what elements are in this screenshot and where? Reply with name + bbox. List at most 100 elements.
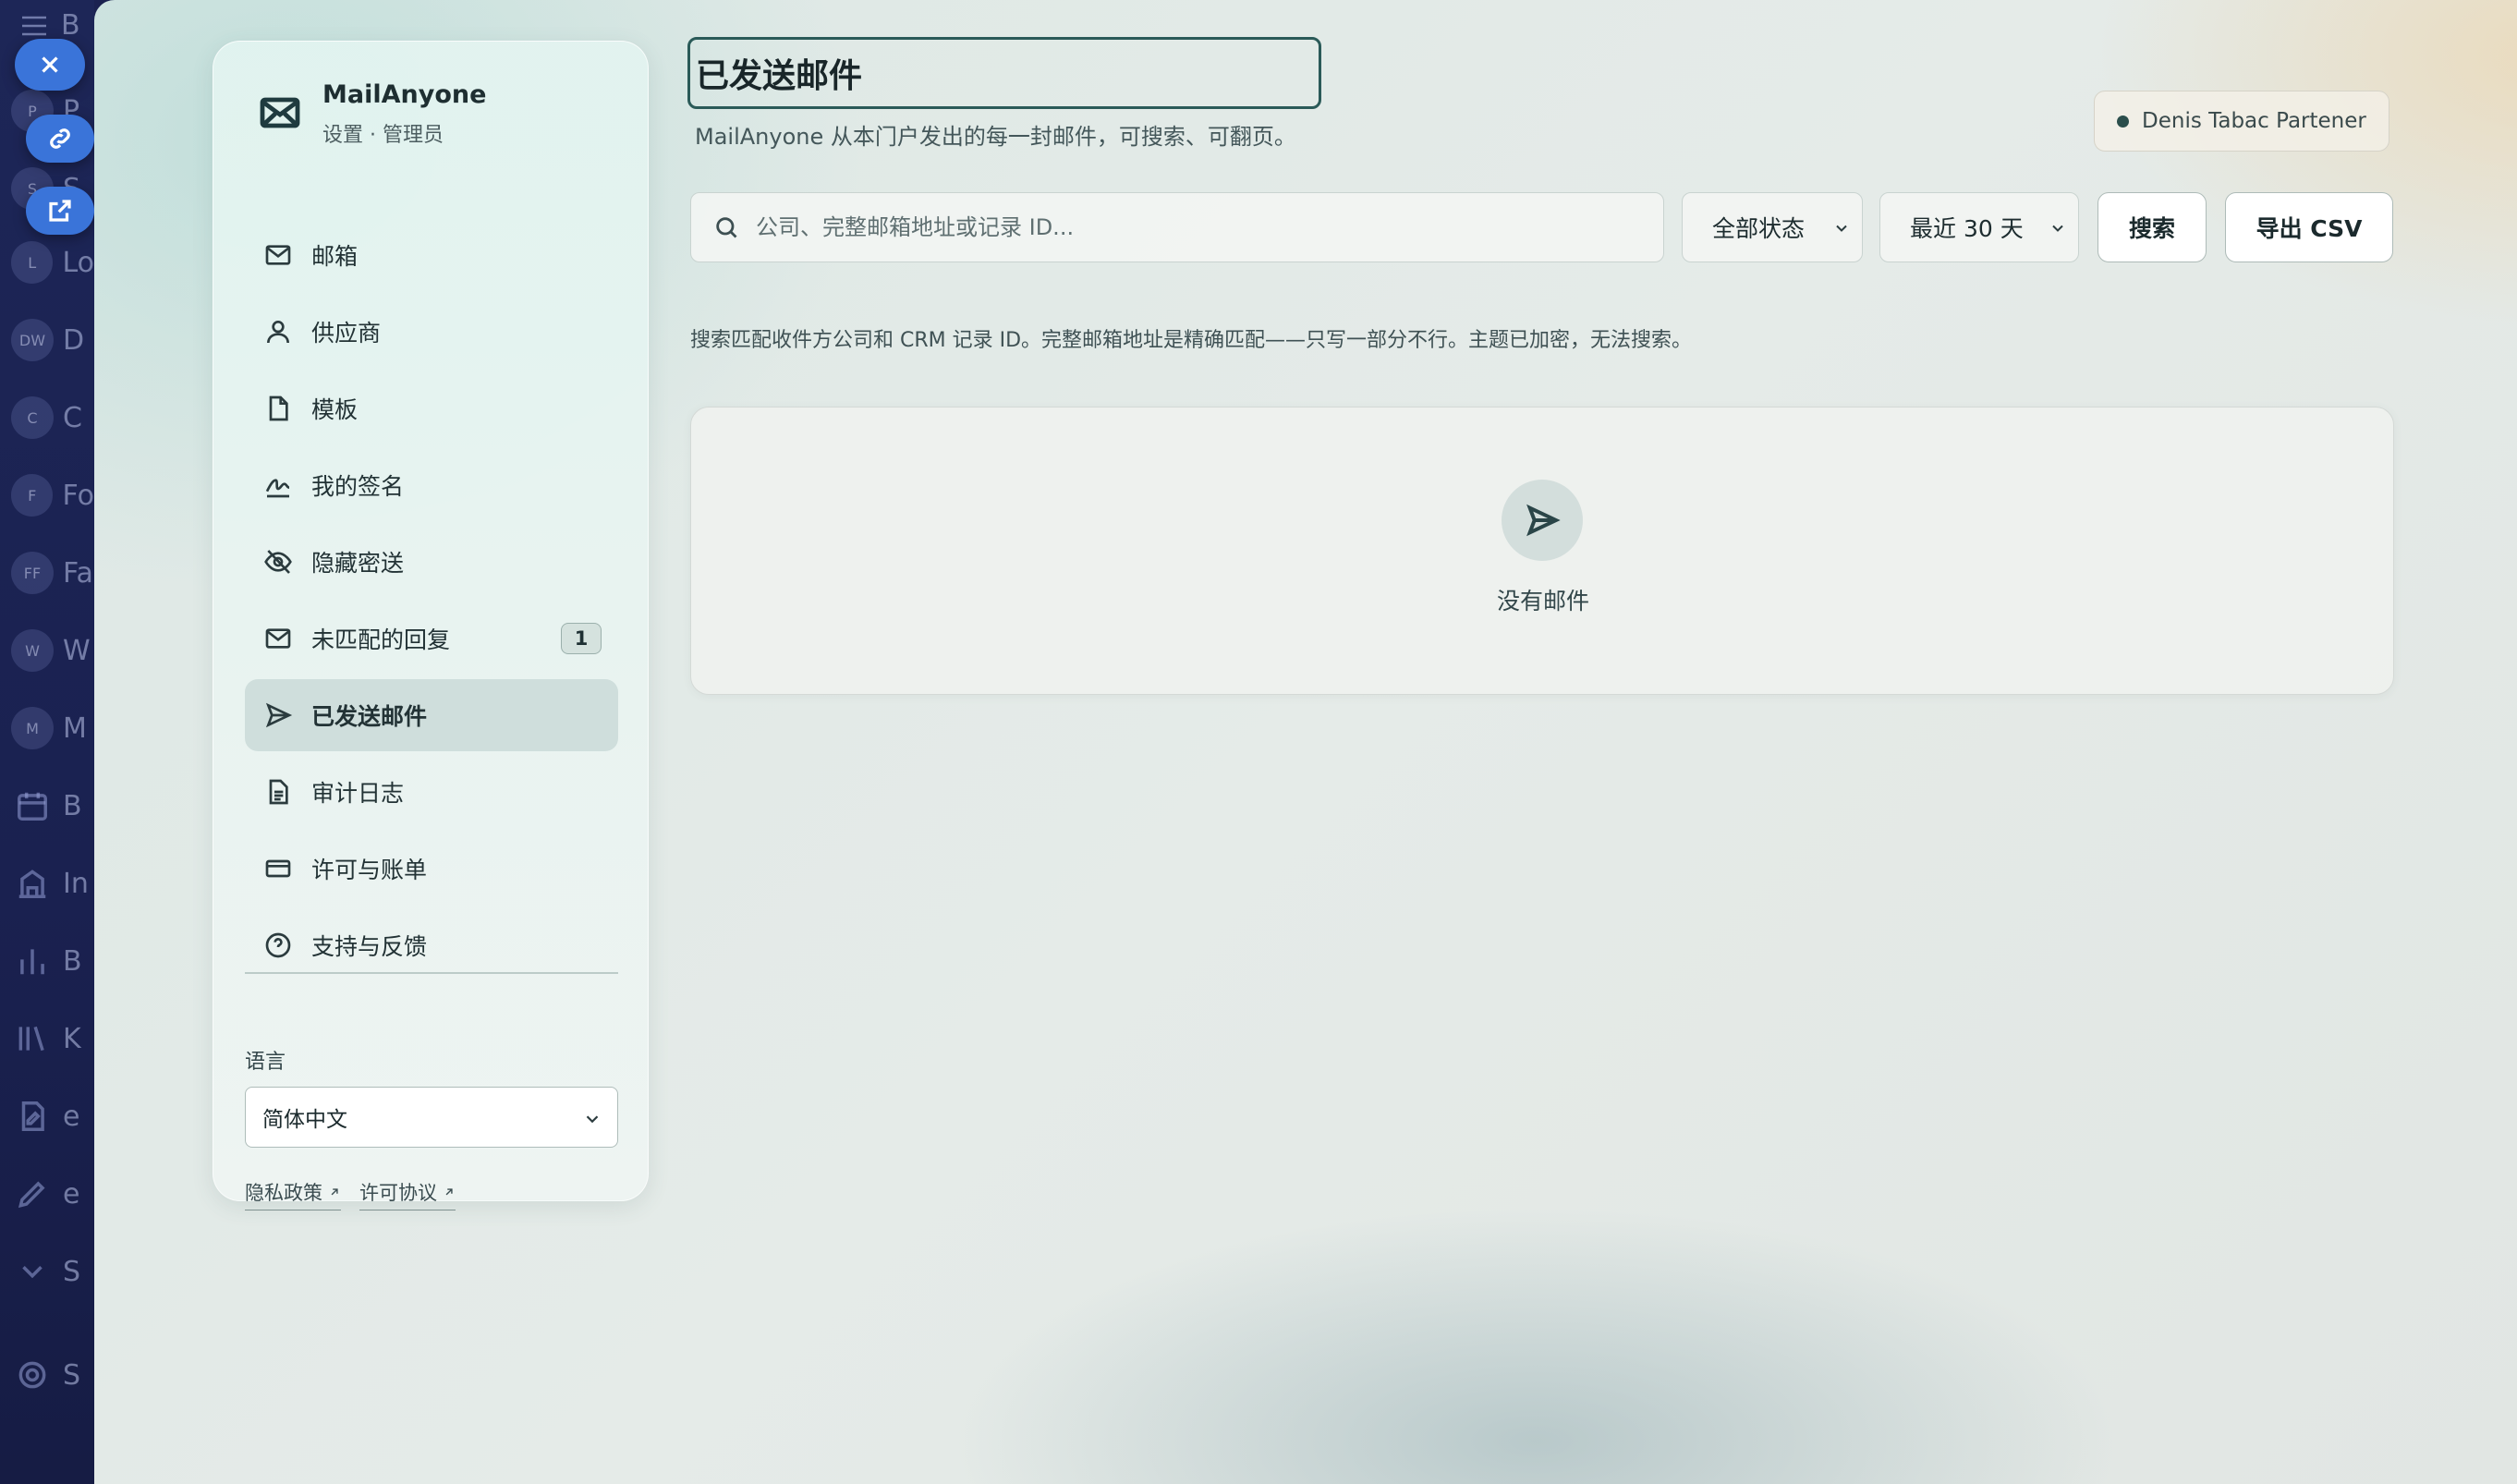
sidebar-item-label: 隐藏密送 [311, 550, 405, 577]
host-list-item-label: Fo [62, 479, 94, 512]
host-nav-item[interactable]: In [11, 858, 94, 909]
privacy-policy-link[interactable]: 隐私政策 [245, 1178, 341, 1210]
search-button[interactable]: 搜索 [2098, 192, 2207, 262]
settings-nav: 邮箱 供应商 模板 我的签名 隐藏密送 未匹配的回复 1 已发送邮件 审计日志 … [245, 219, 618, 986]
external-arrow-icon [331, 1188, 338, 1196]
host-nav-item[interactable]: S [11, 1246, 94, 1297]
mail-icon [258, 91, 302, 139]
host-app-sidebar: B P P S S L Lo DW D C C F Fo FF Fa W W M… [0, 0, 94, 1484]
host-list-item[interactable]: W W [11, 625, 94, 676]
external-link-icon [49, 200, 71, 222]
status-filter-value: 全部状态 [1712, 215, 1806, 242]
settings-modal: MailAnyone 设置 · 管理员 邮箱 供应商 模板 我的签名 隐藏密送 … [94, 0, 2517, 1484]
open-external-button[interactable] [26, 187, 94, 235]
export-csv-button[interactable]: 导出 CSV [2225, 192, 2393, 262]
status-filter-select[interactable]: 全部状态 [1682, 192, 1863, 262]
language-label: 语言 [245, 1051, 286, 1074]
building-icon [11, 862, 54, 905]
menu-icon[interactable] [20, 14, 48, 38]
host-list-item-label: C [63, 401, 82, 434]
host-nav-label: S [63, 1358, 81, 1392]
app-subtitle: 设置 · 管理员 [322, 124, 444, 147]
host-nav-item[interactable]: S [11, 1349, 94, 1401]
sidebar-item-license-billing[interactable]: 许可与账单 [245, 833, 618, 905]
pencil-icon [11, 1173, 54, 1215]
chevron-down-icon [11, 1250, 54, 1293]
divider [245, 972, 618, 974]
host-header: B [20, 9, 80, 42]
bar-chart-icon [11, 940, 54, 982]
host-list-item-label: W [63, 634, 91, 667]
user-icon [267, 321, 289, 344]
sidebar-item-signature[interactable]: 我的签名 [245, 449, 618, 521]
library-icon [11, 1017, 54, 1060]
copy-link-button[interactable] [26, 115, 94, 163]
host-nav-item[interactable]: e [11, 1090, 94, 1142]
sidebar-item-label: 供应商 [311, 320, 382, 347]
settings-sidebar: MailAnyone 设置 · 管理员 邮箱 供应商 模板 我的签名 隐藏密送 … [213, 41, 649, 1210]
host-list-item-label: D [63, 323, 85, 357]
sidebar-item-label: 模板 [311, 396, 359, 423]
close-icon [42, 56, 58, 73]
host-nav-item[interactable]: K [11, 1013, 94, 1064]
chevron-down-icon [586, 1115, 599, 1124]
host-nav-item[interactable]: e [11, 1168, 94, 1220]
host-list-item[interactable]: L Lo [11, 237, 94, 288]
license-agreement-link[interactable]: 许可协议 [359, 1178, 456, 1210]
avatar: FF [11, 552, 54, 594]
empty-state-card: 没有邮件 [690, 407, 2394, 695]
avatar: F [11, 474, 54, 517]
link-icon [50, 128, 70, 149]
sidebar-item-mailboxes[interactable]: 邮箱 [245, 219, 618, 291]
sidebar-item-sent-mail[interactable]: 已发送邮件 [245, 679, 618, 751]
host-list-item[interactable]: M M [11, 702, 94, 754]
user-chip[interactable]: Denis Tabac Partener [2094, 91, 2389, 152]
sidebar-item-unmatched-replies[interactable]: 未匹配的回复 1 [245, 602, 618, 675]
sidebar-item-label: 审计日志 [311, 780, 405, 807]
chevron-down-icon [1836, 225, 1847, 232]
language-value: 简体中文 [262, 1108, 347, 1132]
close-modal-button[interactable] [15, 39, 85, 91]
host-nav-label: K [63, 1022, 81, 1055]
language-select[interactable]: 简体中文 [245, 1087, 618, 1148]
host-nav-label: e [63, 1177, 80, 1210]
host-list-item-label: M [63, 712, 87, 745]
avatar: C [11, 396, 54, 439]
sidebar-item-support[interactable]: 支持与反馈 [245, 909, 618, 981]
page-subtitle: MailAnyone 从本门户发出的每一封邮件，可搜索、可翻页。 [695, 124, 1296, 150]
date-range-value: 最近 30 天 [1910, 215, 2024, 242]
sidebar-item-label: 已发送邮件 [311, 703, 428, 730]
sidebar-item-audit-log[interactable]: 审计日志 [245, 756, 618, 828]
host-nav-label: e [63, 1100, 80, 1133]
host-nav-item[interactable]: B [11, 780, 94, 832]
sidebar-item-label: 未匹配的回复 [311, 626, 451, 653]
host-header-letter: B [61, 9, 80, 42]
host-list-item[interactable]: F Fo [11, 469, 94, 521]
file-icon [269, 395, 288, 421]
license-agreement-label: 许可协议 [359, 1182, 437, 1204]
count-badge: 1 [561, 623, 602, 654]
document-icon [269, 779, 288, 805]
user-name: Denis Tabac Partener [2142, 109, 2366, 133]
host-nav-label: B [63, 944, 82, 978]
host-nav-item[interactable]: B [11, 935, 94, 987]
sidebar-item-hidden-bcc[interactable]: 隐藏密送 [245, 526, 618, 598]
search-input[interactable] [756, 214, 1643, 240]
host-list-item[interactable]: FF Fa [11, 547, 94, 599]
credit-card-icon [265, 859, 291, 878]
host-list-item[interactable]: C C [11, 392, 94, 444]
host-list-item[interactable]: DW D [11, 314, 94, 366]
date-range-select[interactable]: 最近 30 天 [1879, 192, 2079, 262]
calendar-icon [11, 785, 54, 827]
send-icon [1502, 480, 1583, 561]
eye-off-icon [264, 550, 292, 574]
search-hint: 搜索匹配收件方公司和 CRM 记录 ID。完整邮箱地址是精确匹配——只写一部分不… [690, 329, 1693, 352]
file-edit-icon [11, 1095, 54, 1137]
avatar: L [11, 241, 54, 284]
signature-icon [265, 479, 290, 498]
send-icon [265, 702, 293, 728]
external-arrow-icon [445, 1188, 453, 1196]
host-list-item-label: Lo [62, 246, 94, 279]
sidebar-item-providers[interactable]: 供应商 [245, 296, 618, 368]
sidebar-item-templates[interactable]: 模板 [245, 372, 618, 444]
